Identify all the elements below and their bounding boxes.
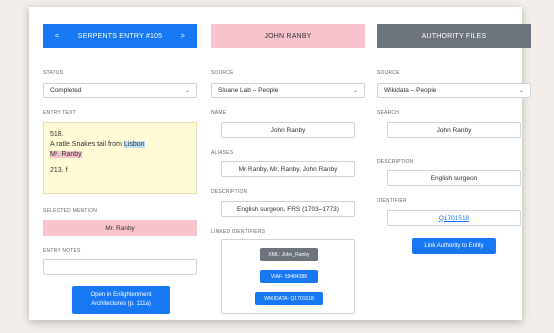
status-select[interactable]: Completed ⌄ [43, 83, 197, 98]
status-label: STATUS [43, 70, 64, 76]
name-label: NAME [211, 110, 227, 116]
open-button-line-2: Architectures (p. 111a) [91, 301, 151, 307]
linked-id-viaf[interactable]: VIAF: 59484388 [260, 270, 318, 283]
person-source-value: Sloane Lab – People [218, 87, 279, 94]
next-entry-button[interactable]: > [181, 33, 185, 40]
search-input[interactable]: John Ranby [387, 122, 521, 138]
entry-panel: < SERPENTS ENTRY #105 > STATUS Completed… [43, 24, 197, 314]
entry-line-2-text: A ratle Snakes tail from [50, 141, 124, 148]
mention-lisbon[interactable]: Lisbon [123, 141, 145, 148]
authority-description-field: English surgeon [387, 170, 521, 186]
identifier-label: IDENTIFIER [377, 198, 407, 204]
person-source-select[interactable]: Sloane Lab – People ⌄ [211, 83, 365, 98]
linked-identifiers-label: LINKED IDENTIFIERS [211, 229, 266, 235]
status-value: Completed [50, 87, 82, 94]
entry-text-label: ENTRY TEXT [43, 110, 76, 116]
authority-source-select[interactable]: Wikidata – People ⌄ [377, 83, 531, 98]
chevron-down-icon: ⌄ [518, 88, 524, 94]
open-enlightenment-button[interactable]: Open in Enlightenment Architectures (p. … [72, 286, 170, 314]
description-label: DESCRIPTION [211, 189, 248, 195]
linked-id-xml[interactable]: XML: John_Ranby [260, 248, 318, 261]
source-label: SOURCE [211, 70, 234, 76]
aliases-field[interactable]: Mr Ranby, Mr. Ranby, John Ranby [221, 161, 355, 177]
entry-text-box: 518. A ratle Snakes tail from Lisbon Mʳ.… [43, 122, 197, 194]
authority-source-value: Wikidata – People [384, 87, 437, 94]
entry-title: SERPENTS ENTRY #105 [77, 32, 163, 40]
app-frame: < SERPENTS ENTRY #105 > STATUS Completed… [29, 7, 531, 320]
entry-header: < SERPENTS ENTRY #105 > [43, 24, 197, 48]
link-authority-button[interactable]: Link Authority to Entity [412, 238, 496, 254]
open-button-line-1: Open in Enlightenment [90, 292, 152, 298]
mention-ranby[interactable]: Mʳ. Ranby [50, 151, 82, 158]
linked-identifiers-box: XML: John_Ranby VIAF: 59484388 WIKIDATA:… [221, 239, 355, 314]
identifier-link[interactable]: Q1701518 [439, 215, 469, 222]
entry-line-4: 213. f [50, 167, 68, 174]
name-field[interactable]: John Ranby [221, 122, 355, 138]
entry-line-1: 518. [50, 131, 64, 138]
entry-notes-input[interactable] [43, 259, 197, 275]
aliases-label: ALIASES [211, 150, 234, 156]
person-header: JOHN RANBY [211, 24, 365, 48]
person-panel: JOHN RANBY SOURCE Sloane Lab – People ⌄ … [211, 24, 365, 314]
prev-entry-button[interactable]: < [55, 33, 59, 40]
identifier-field: Q1701518 [387, 210, 521, 226]
authority-description-label: DESCRIPTION [377, 159, 414, 165]
entry-line-2: A ratle Snakes tail from Lisbon [50, 140, 190, 150]
selected-mention: Mr. Ranby [43, 220, 197, 236]
authority-panel: AUTHORITY FILES SOURCE Wikidata – People… [377, 24, 531, 254]
chevron-down-icon: ⌄ [352, 88, 358, 94]
description-field[interactable]: English surgeon, FRS (1703–1773) [221, 201, 355, 217]
authority-header: AUTHORITY FILES [377, 24, 531, 48]
entry-line-3: Mʳ. Ranby [50, 150, 190, 160]
entry-notes-label: ENTRY NOTES [43, 248, 81, 254]
linked-id-wikidata[interactable]: WIKIDATA: Q1701518 [255, 292, 323, 305]
selected-mention-label: SELECTED MENTION [43, 208, 98, 214]
search-label: SEARCH [377, 110, 400, 116]
chevron-down-icon: ⌄ [184, 88, 190, 94]
authority-source-label: SOURCE [377, 70, 400, 76]
